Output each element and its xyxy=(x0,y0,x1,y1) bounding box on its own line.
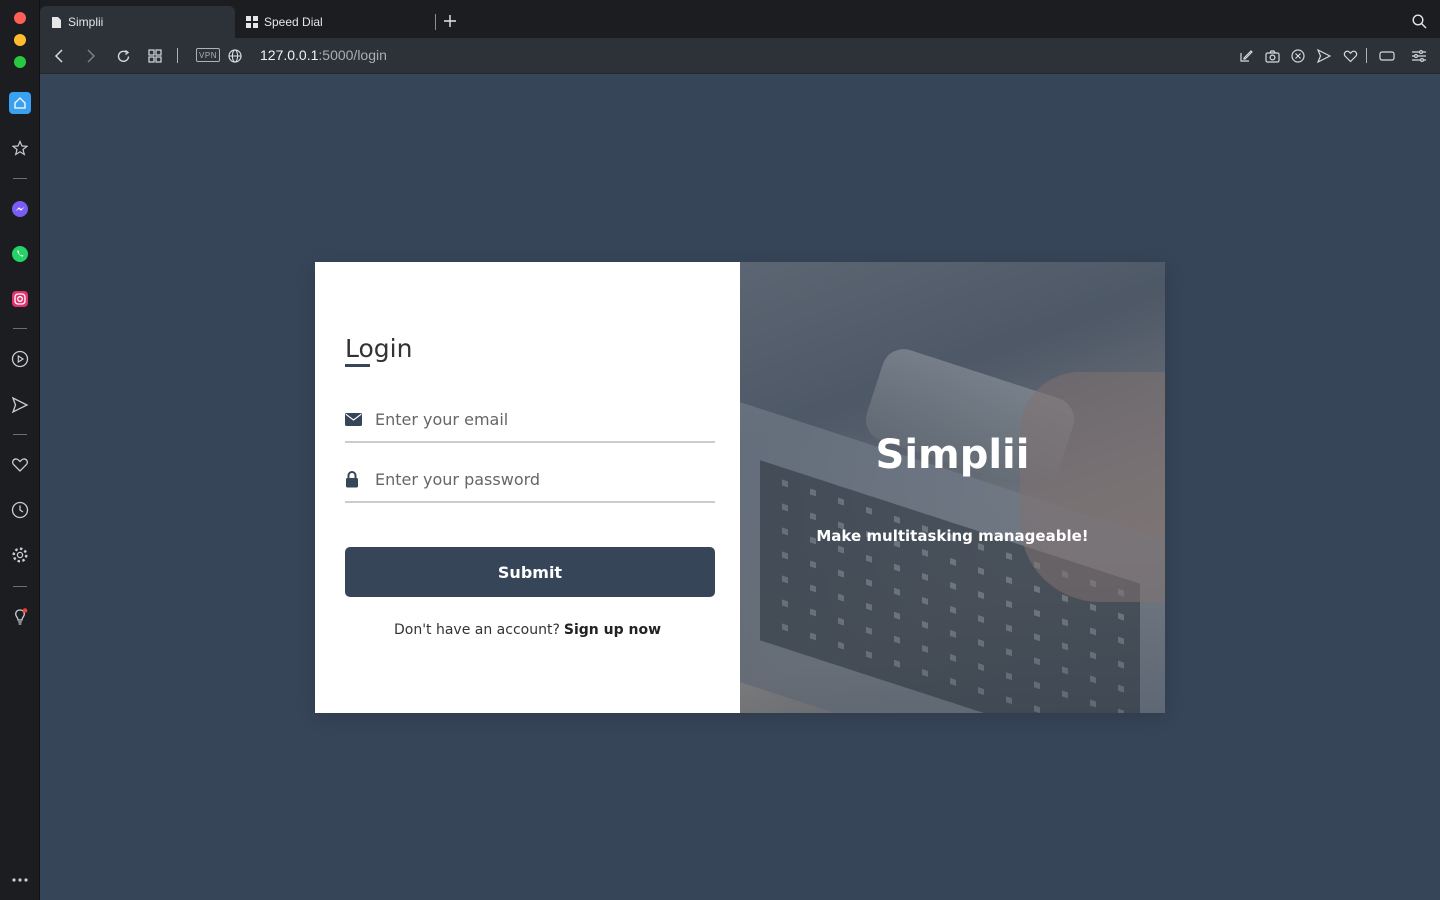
address-bar: VPN 127.0.0.1:5000/login xyxy=(40,38,1440,74)
send-icon[interactable] xyxy=(1314,46,1334,66)
document-icon xyxy=(50,16,62,28)
back-arrow-icon[interactable] xyxy=(49,46,69,66)
tab-simplii[interactable]: Simplii xyxy=(40,6,235,38)
more-icon[interactable] xyxy=(9,869,31,891)
login-title: Login xyxy=(345,334,413,363)
email-field-group xyxy=(345,397,715,443)
globe-icon[interactable] xyxy=(225,46,245,66)
title-underline xyxy=(345,364,370,367)
password-input[interactable] xyxy=(375,469,705,489)
toolbar-divider xyxy=(177,48,178,63)
easy-setup-icon[interactable] xyxy=(1409,46,1429,66)
forward-arrow-icon[interactable] xyxy=(81,46,101,66)
ad-block-icon[interactable] xyxy=(1288,46,1308,66)
messenger-icon[interactable] xyxy=(9,198,31,220)
signup-prompt: Don't have an account? Sign up now xyxy=(315,622,740,638)
tabs-overview-icon[interactable] xyxy=(145,46,165,66)
tab-divider xyxy=(435,14,436,30)
email-input[interactable] xyxy=(375,409,705,429)
whatsapp-icon[interactable] xyxy=(9,243,31,265)
login-card: Login Submit Don't have an account?Sign … xyxy=(315,262,1165,713)
lightbulb-icon[interactable] xyxy=(9,606,31,628)
new-tab-plus-icon[interactable] xyxy=(441,12,459,30)
tab-label: Simplii xyxy=(68,15,104,29)
edit-share-icon[interactable] xyxy=(1236,46,1256,66)
envelope-icon xyxy=(345,409,375,429)
submit-button[interactable]: Submit xyxy=(345,547,715,597)
login-form-panel: Login Submit Don't have an account?Sign … xyxy=(315,262,740,713)
search-tabs-icon[interactable] xyxy=(1410,12,1428,30)
send-icon[interactable] xyxy=(9,394,31,416)
url-field[interactable]: 127.0.0.1:5000/login xyxy=(260,47,387,63)
signup-prompt-text: Don't have an account? xyxy=(393,622,560,638)
history-icon[interactable] xyxy=(9,499,31,521)
tab-bar: Simplii Speed Dial xyxy=(40,0,1440,38)
vpn-badge[interactable]: VPN xyxy=(196,48,220,62)
sidebar-divider xyxy=(13,178,27,179)
camera-icon[interactable] xyxy=(1262,46,1282,66)
grid-icon xyxy=(246,16,258,28)
sidebar-divider xyxy=(13,328,27,329)
zoom-window-button[interactable] xyxy=(14,56,26,68)
bookmark-star-icon[interactable] xyxy=(9,137,31,159)
page-viewport: Login Submit Don't have an account?Sign … xyxy=(40,74,1440,900)
heart-icon[interactable] xyxy=(9,454,31,476)
hero-image-panel: Simplii Make multitasking manageable! xyxy=(740,262,1165,713)
heart-icon[interactable] xyxy=(1340,46,1360,66)
lock-icon xyxy=(345,469,375,489)
url-host: 127.0.0.1 xyxy=(260,47,319,63)
tab-label: Speed Dial xyxy=(264,15,323,29)
toolbar-divider xyxy=(1366,48,1367,63)
battery-saver-icon[interactable] xyxy=(1377,46,1397,66)
instagram-icon[interactable] xyxy=(9,288,31,310)
player-icon[interactable] xyxy=(9,348,31,370)
password-field-group xyxy=(345,457,715,503)
close-window-button[interactable] xyxy=(14,12,26,24)
home-icon[interactable] xyxy=(9,92,31,114)
brand-title: Simplii xyxy=(875,432,1030,478)
sidebar-divider xyxy=(13,434,27,435)
browser-sidebar xyxy=(0,0,40,900)
brand-tagline: Make multitasking manageable! xyxy=(816,527,1089,545)
reload-icon[interactable] xyxy=(113,46,133,66)
hero-overlay xyxy=(740,262,1165,713)
sidebar-divider xyxy=(13,586,27,587)
minimize-window-button[interactable] xyxy=(14,34,26,46)
url-path: :5000/login xyxy=(318,47,387,63)
tab-speed-dial[interactable]: Speed Dial xyxy=(236,6,436,38)
signup-link[interactable]: Sign up now xyxy=(564,622,661,638)
settings-icon[interactable] xyxy=(9,544,31,566)
